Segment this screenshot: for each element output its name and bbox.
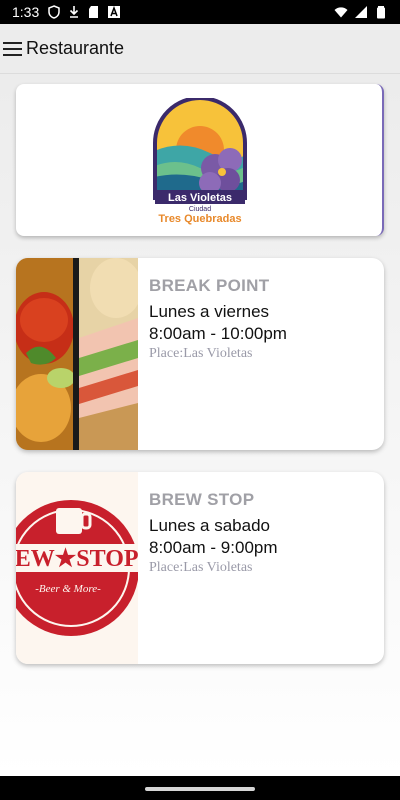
restaurant-name: BREW STOP	[149, 490, 255, 509]
shield-icon	[48, 5, 60, 19]
status-time: 1:33	[12, 4, 40, 20]
system-nav-bar	[0, 776, 400, 800]
break-point-image	[16, 258, 138, 450]
logo-title: Las Violetas	[168, 192, 232, 204]
a-box-icon	[108, 5, 121, 18]
restaurant-days: Lunes a sabado	[149, 516, 270, 535]
restaurant-days: Lunes a viernes	[149, 302, 270, 321]
las-violetas-logo-card: Las Violetas Ciudad Tres Quebradas	[16, 84, 384, 236]
battery-icon	[377, 6, 385, 19]
sd-card-icon	[89, 6, 99, 18]
page-title: Restaurante	[26, 38, 125, 58]
brew-stop-logo-text: REW★STOP	[16, 546, 138, 572]
restaurant-place: Place:Las Violetas	[149, 346, 253, 361]
las-violetas-logo: Las Violetas Ciudad Tres Quebradas	[150, 96, 250, 228]
restaurant-card-break-point[interactable]: BREAK POINT Lunes a viernes 8:00am - 10:…	[16, 258, 384, 450]
signal-icon	[355, 6, 367, 18]
app-bar: Restaurante	[0, 24, 400, 74]
hamburger-menu-icon[interactable]	[3, 39, 23, 59]
wifi-icon	[334, 7, 348, 18]
restaurant-place: Place:Las Violetas	[149, 560, 253, 575]
restaurant-name: BREAK POINT	[149, 276, 270, 295]
logo-subtitle: Ciudad	[189, 206, 211, 213]
restaurant-card-brew-stop[interactable]: REW★STOP -Beer & More- BREW STOP Lunes a…	[16, 472, 384, 664]
restaurant-hours: 8:00am - 10:00pm	[149, 324, 287, 343]
restaurant-hours: 8:00am - 9:00pm	[149, 538, 278, 557]
las-violetas-emblem: Las Violetas Ciudad Tres Quebradas	[153, 96, 247, 225]
home-gesture-pill[interactable]	[145, 787, 255, 791]
break-point-info: BREAK POINT Lunes a viernes 8:00am - 10:…	[149, 276, 287, 362]
restaurant-list: Las Violetas Ciudad Tres Quebradas BREAK…	[0, 74, 400, 776]
status-bar: 1:33	[0, 0, 400, 24]
logo-city: Tres Quebradas	[158, 213, 241, 225]
download-icon	[70, 6, 79, 18]
brew-stop-info: BREW STOP Lunes a sabado 8:00am - 9:00pm…	[149, 490, 278, 576]
brew-stop-logo-sub: -Beer & More-	[35, 583, 101, 595]
brew-stop-logo-image: REW★STOP -Beer & More-	[16, 472, 138, 664]
